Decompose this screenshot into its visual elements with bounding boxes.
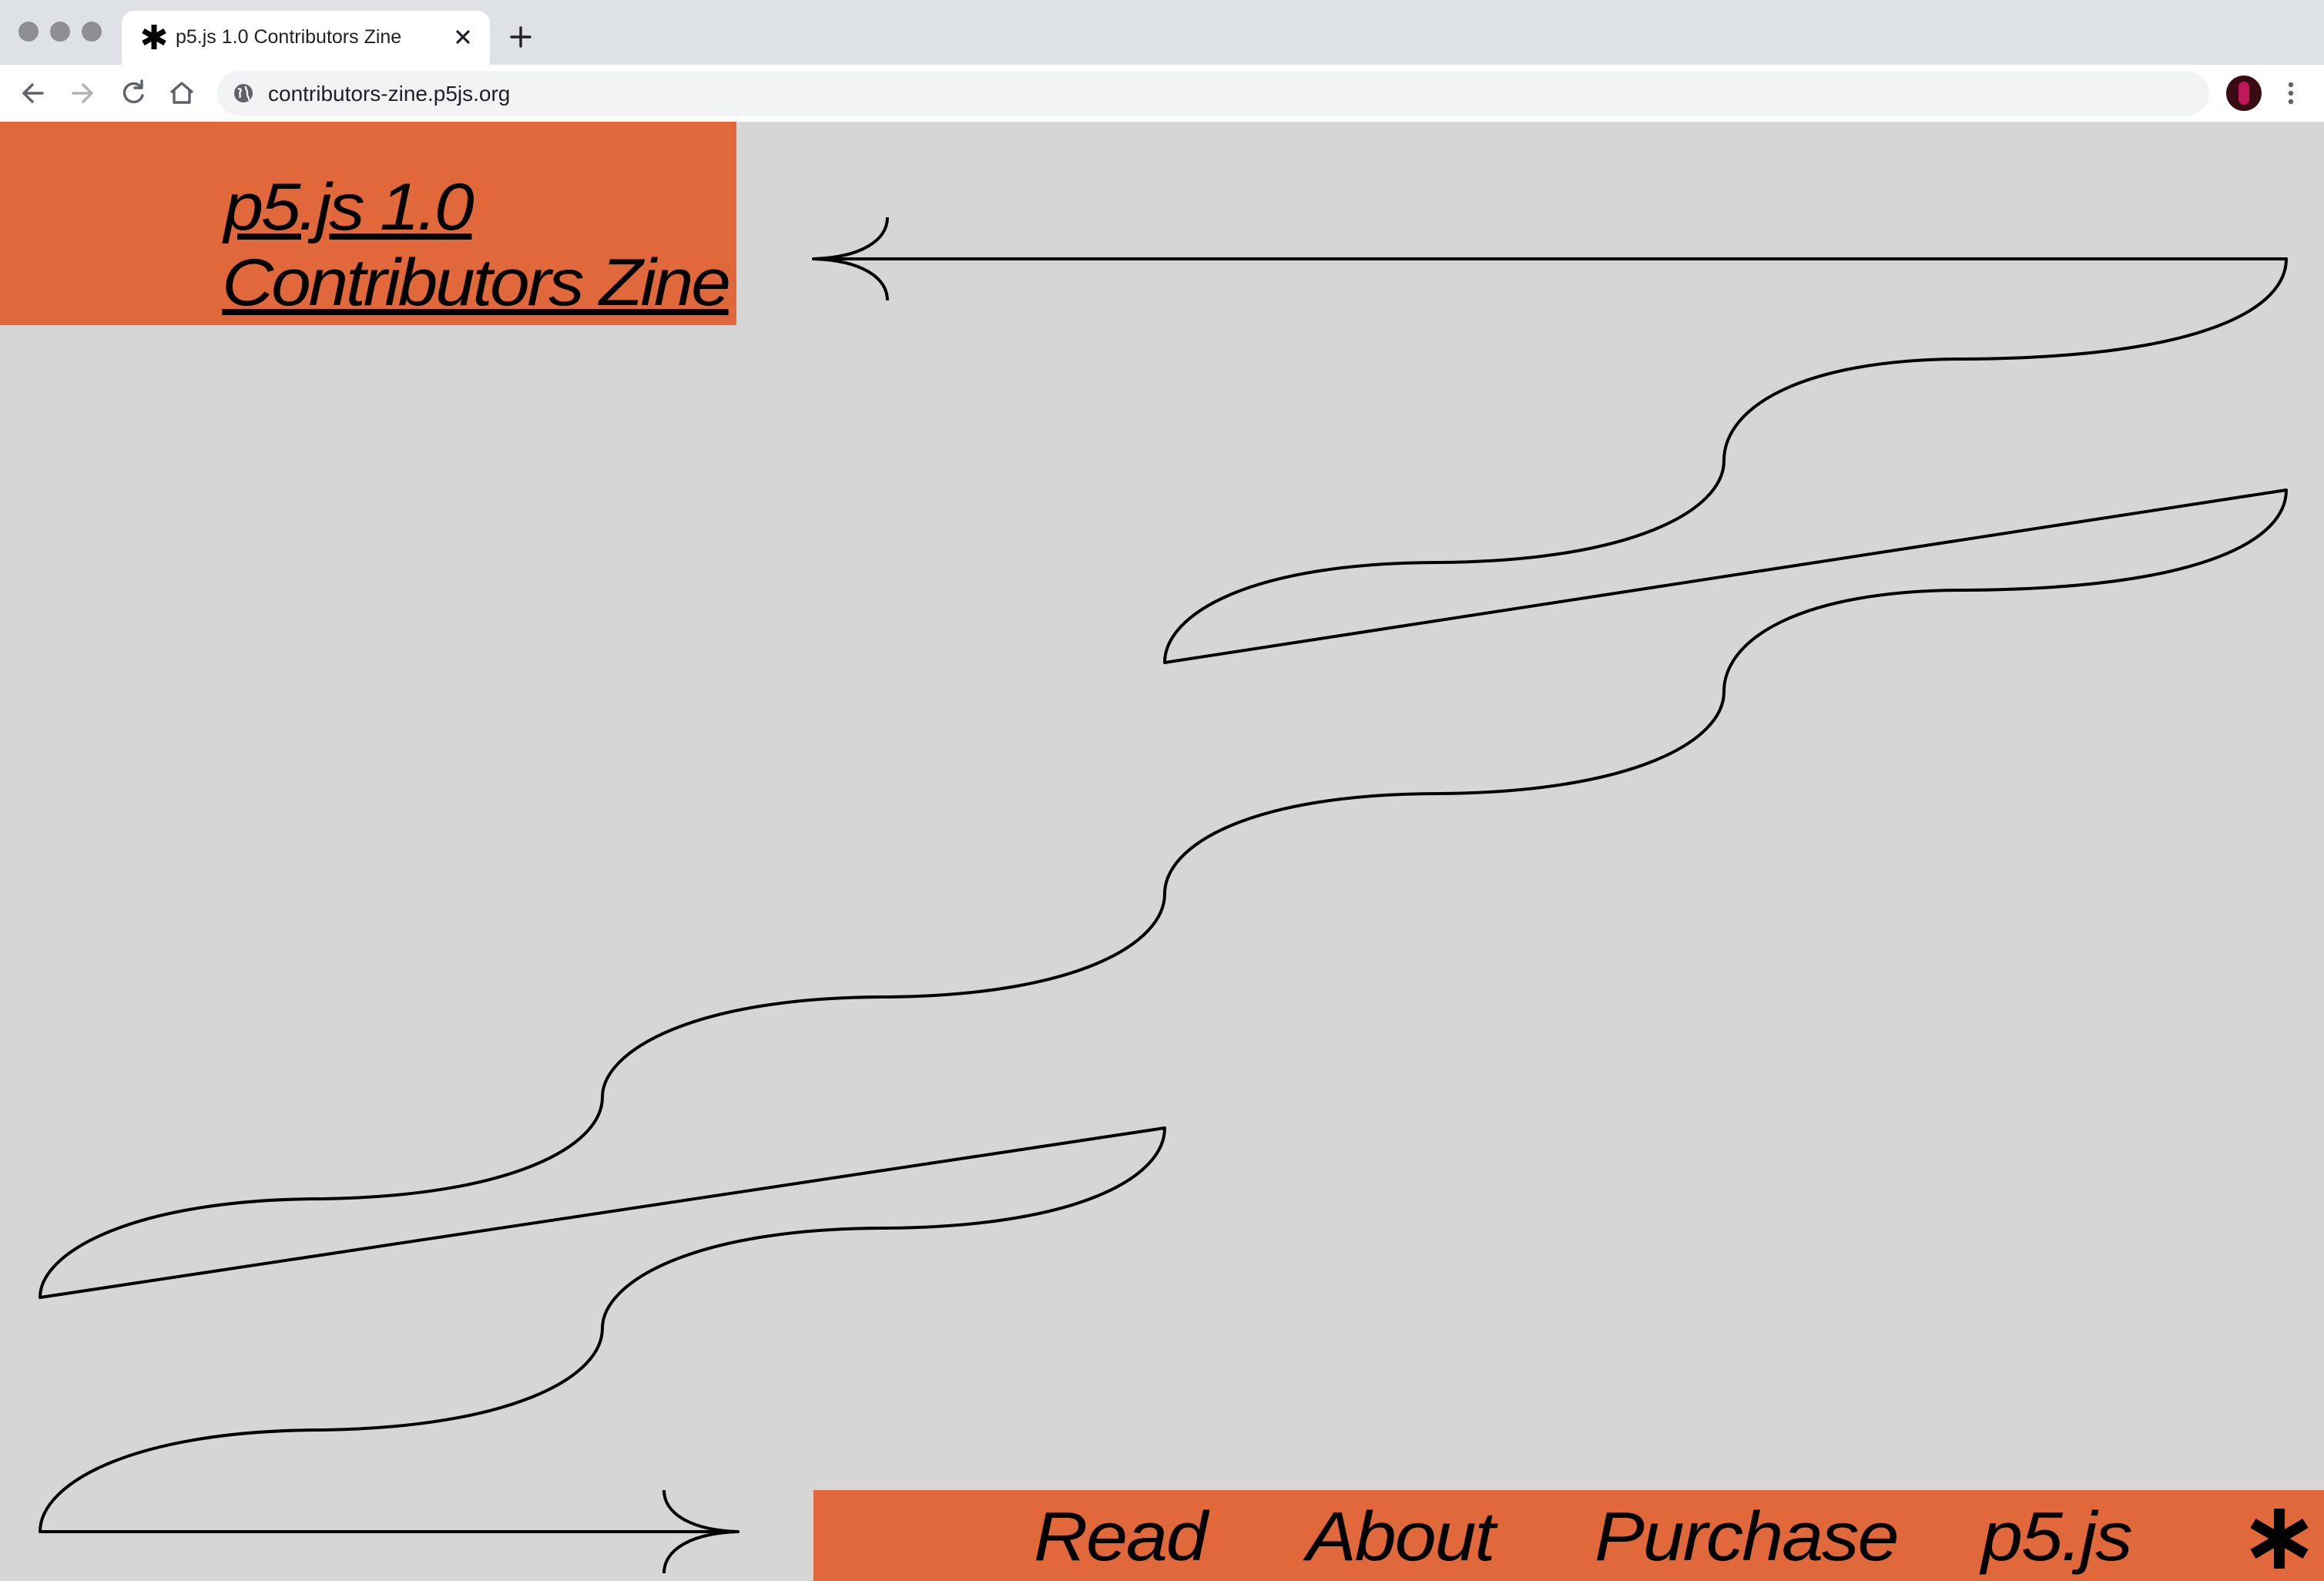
asterisk-icon [142,25,166,49]
window-close-dot[interactable] [18,22,39,42]
more-vertical-icon[interactable] [2282,77,2300,109]
nav-read[interactable]: Read [1034,1501,1208,1573]
site-title-block: p5.js 1.0 Contributors Zine [0,122,736,325]
nav-purchase[interactable]: Purchase [1595,1501,1900,1573]
avatar-figure [2238,82,2249,105]
arrow-left-icon[interactable] [17,77,49,109]
tab-title: p5.js 1.0 Contributors Zine [176,26,402,48]
close-icon[interactable] [451,25,475,49]
tab-strip: p5.js 1.0 Contributors Zine [0,0,2324,65]
url-text: contributors-zine.p5js.org [268,82,511,106]
active-tab[interactable]: p5.js 1.0 Contributors Zine [122,11,490,65]
title-line-2: Contributors Zine [222,246,732,320]
nav-p5js[interactable]: p5.js [1981,1501,2133,1573]
browser-toolbar: contributors-zine.p5js.org [0,65,2324,122]
address-bar[interactable]: contributors-zine.p5js.org [217,71,2209,116]
home-icon[interactable] [166,77,198,109]
window-minimize-dot[interactable] [50,22,70,42]
window-zoom-dot[interactable] [82,22,102,42]
page-canvas: p5.js 1.0 Contributors Zine Read About P… [0,122,2324,1581]
arrow-right-icon[interactable] [66,77,99,109]
avatar[interactable] [2226,76,2262,111]
main-nav: Read About Purchase p5.js [813,1490,2324,1581]
browser-window: p5.js 1.0 Contributors Zine contributors… [0,0,2324,1581]
site-title-link[interactable]: p5.js 1.0 Contributors Zine [222,170,732,321]
title-line-1: p5.js 1.0 [223,170,475,244]
globe-icon[interactable] [231,81,256,106]
nav-about[interactable]: About [1306,1501,1495,1573]
reload-icon[interactable] [117,77,149,109]
plus-icon[interactable] [507,23,535,51]
asterisk-icon[interactable] [2245,1504,2314,1573]
decorative-arrow-scribble [39,217,2288,1574]
